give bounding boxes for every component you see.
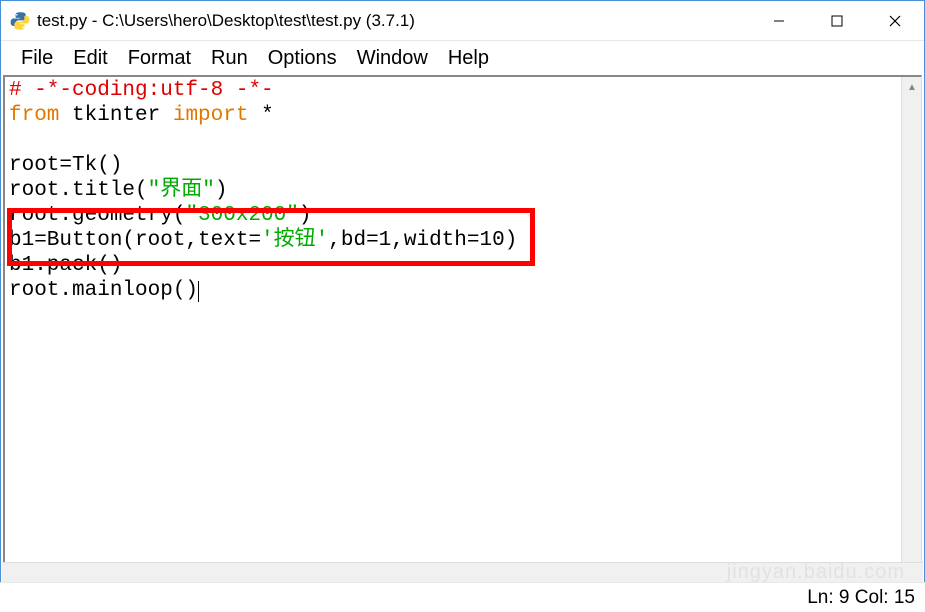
status-col-label: Col: bbox=[855, 587, 889, 609]
app-icon bbox=[9, 10, 31, 32]
code-line: # -*-coding:utf-8 -*- bbox=[9, 78, 917, 103]
statusbar: Ln: 9 Col: 15 bbox=[0, 582, 925, 612]
menu-format[interactable]: Format bbox=[118, 43, 201, 74]
menu-edit[interactable]: Edit bbox=[63, 43, 117, 74]
code-line: root.title("界面") bbox=[9, 178, 917, 203]
titlebar: test.py - C:\Users\hero\Desktop\test\tes… bbox=[1, 1, 924, 41]
menu-window[interactable]: Window bbox=[347, 43, 438, 74]
vertical-scrollbar[interactable]: ▲ ▼ bbox=[901, 77, 921, 582]
editor-container: # -*-coding:utf-8 -*-from tkinter import… bbox=[3, 75, 922, 583]
status-ln-value: 9 bbox=[839, 587, 850, 609]
status-ln-label: Ln: bbox=[807, 587, 833, 609]
menu-help[interactable]: Help bbox=[438, 43, 499, 74]
code-line: b1=Button(root,text='按钮',bd=1,width=10) bbox=[9, 228, 917, 253]
menu-run[interactable]: Run bbox=[201, 43, 258, 74]
horizontal-scrollbar[interactable] bbox=[2, 562, 923, 582]
scroll-up-icon[interactable]: ▲ bbox=[902, 77, 922, 97]
maximize-button[interactable] bbox=[808, 1, 866, 40]
code-line: root.geometry("300x200") bbox=[9, 203, 917, 228]
text-cursor bbox=[198, 281, 199, 302]
window-controls bbox=[750, 1, 924, 40]
menu-options[interactable]: Options bbox=[258, 43, 347, 74]
code-line: root=Tk() bbox=[9, 153, 917, 178]
menu-file[interactable]: File bbox=[11, 43, 63, 74]
code-line: from tkinter import * bbox=[9, 103, 917, 128]
window-title: test.py - C:\Users\hero\Desktop\test\tes… bbox=[37, 11, 750, 31]
code-line bbox=[9, 128, 917, 153]
code-editor[interactable]: # -*-coding:utf-8 -*-from tkinter import… bbox=[5, 77, 921, 582]
minimize-button[interactable] bbox=[750, 1, 808, 40]
close-button[interactable] bbox=[866, 1, 924, 40]
status-col-value: 15 bbox=[894, 587, 915, 609]
menubar: File Edit Format Run Options Window Help bbox=[1, 41, 924, 75]
code-line: b1.pack() bbox=[9, 253, 917, 278]
code-line: root.mainloop() bbox=[9, 278, 917, 303]
